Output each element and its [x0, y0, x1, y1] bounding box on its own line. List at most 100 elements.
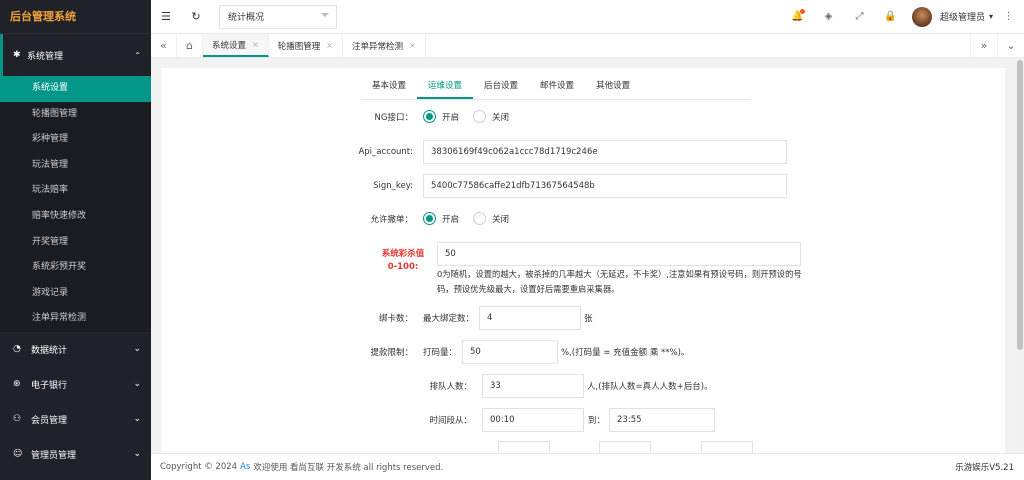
input-value: 4: [487, 313, 493, 323]
time-from-input[interactable]: 00:10: [482, 408, 584, 432]
menu-fold-icon[interactable]: ☰: [151, 10, 181, 23]
queue-label: 排队人数：: [429, 382, 472, 392]
sidebar-group-stats[interactable]: ◔ 数据统计 ⌄: [0, 332, 151, 367]
sidebar-group-members[interactable]: ⚇ 会员管理 ⌄: [0, 402, 151, 437]
to-label: 到：: [588, 416, 606, 426]
caret-down-icon: [321, 12, 329, 21]
sidebar-item-game-records[interactable]: 游戏记录: [0, 281, 151, 307]
sidebar: 后台管理系统 ✱ 系统管理 ⌃ 系统设置 轮播图管理 彩种管理 玩法管理 玩法赔…: [0, 0, 151, 480]
footer-link[interactable]: As: [240, 462, 250, 472]
more-icon[interactable]: ⋮: [993, 11, 1024, 22]
group-label: 会员管理: [31, 415, 68, 426]
home-icon[interactable]: ⌂: [177, 34, 203, 57]
bell-icon[interactable]: 🔔: [782, 9, 813, 22]
withdraw-row: 提款限制： 打码量： 50 %,(打码量 = 充值金额 乘 **%)。: [161, 340, 689, 364]
tab-backend[interactable]: 后台设置: [473, 74, 529, 99]
card-sub-label: 最大绑定数：: [423, 314, 475, 324]
input-value: 33: [490, 381, 501, 391]
card-max-input[interactable]: 4: [479, 306, 582, 330]
footer-text: 欢迎使用 看尚互联 开发系统 all rights reserved.: [253, 463, 444, 473]
tab-basic[interactable]: 基本设置: [361, 74, 417, 99]
ng-on-radio[interactable]: 开启: [423, 110, 459, 123]
bet-label: 打码量：: [423, 348, 458, 358]
kill-label-line1: 系统彩杀值: [381, 249, 425, 259]
tab-bet-anomaly[interactable]: 注单异常检测 ×: [343, 34, 426, 57]
api-account-input[interactable]: 38306169f49c062a1ccc78d1719c246e: [423, 140, 787, 164]
sidebar-item-odds-quick[interactable]: 赔率快速修改: [0, 204, 151, 230]
input-value: 00:10: [490, 415, 515, 425]
withdraw-label: 提款限制：: [370, 348, 413, 358]
sidebar-item-lottery-types[interactable]: 彩种管理: [0, 127, 151, 153]
tab-label: 系统设置: [212, 40, 247, 51]
cancel-row: 允许撤单： 开启 关闭: [161, 212, 523, 225]
group-label: 数据统计: [31, 345, 68, 356]
refresh-icon[interactable]: ↻: [181, 10, 211, 23]
tab-other[interactable]: 其他设置: [585, 74, 641, 99]
user-name[interactable]: 超级管理员: [940, 10, 985, 23]
sidebar-item-draw[interactable]: 开奖管理: [0, 230, 151, 256]
scrollbar[interactable]: [1016, 58, 1024, 453]
sidebar-item-bet-anomaly[interactable]: 注单异常检测: [0, 306, 151, 332]
tab-ops[interactable]: 运维设置: [417, 74, 474, 99]
partial-input[interactable]: [498, 441, 550, 453]
scrollbar-thumb[interactable]: [1017, 60, 1023, 350]
tab-system-settings[interactable]: 系统设置 ×: [203, 34, 269, 57]
ng-off-radio[interactable]: 关闭: [473, 110, 509, 123]
time-row: 时间段从： 00:10 到： 23:55: [161, 408, 716, 432]
chevron-down-icon: ⌄: [133, 414, 141, 425]
radio-label: 开启: [442, 112, 460, 123]
sign-key-input[interactable]: 5400c77586caffe21dfb71367564548b: [423, 174, 787, 198]
cancel-on-radio[interactable]: 开启: [423, 212, 459, 225]
radio-checked-icon: [423, 110, 436, 123]
sidebar-item-system-settings[interactable]: 系统设置: [0, 76, 151, 102]
lock-icon[interactable]: 🔒: [875, 11, 906, 22]
double-left-icon[interactable]: «: [151, 34, 177, 57]
tab-mail[interactable]: 邮件设置: [529, 74, 585, 99]
submenu: 系统设置 轮播图管理 彩种管理 玩法管理 玩法赔率 赔率快速修改 开奖管理 系统…: [0, 76, 151, 332]
queue-row: 排队人数： 33 人,(排队人数=真人人数+后台)。: [161, 374, 713, 398]
footer: Copyright © 2024 As 欢迎使用 看尚互联 开发系统 all r…: [151, 453, 1024, 480]
input-value: 50: [445, 249, 456, 259]
tab-carousel[interactable]: 轮播图管理 ×: [269, 34, 343, 57]
avatar[interactable]: [911, 6, 932, 27]
api-row: Api_account: 38306169f49c062a1ccc78d1719…: [161, 140, 787, 164]
user-icon: ☺: [13, 449, 23, 460]
close-icon[interactable]: ×: [252, 40, 259, 49]
bet-note: %,(打码量 = 充值金额 乘 **%)。: [561, 348, 690, 358]
sidebar-group-bank[interactable]: ⊛ 电子银行 ⌄: [0, 367, 151, 402]
input-value: 23:55: [617, 415, 642, 425]
tab-label: 注单异常检测: [351, 41, 403, 52]
time-to-input[interactable]: 23:55: [609, 408, 716, 432]
partial-input[interactable]: [599, 441, 651, 453]
tab-label: 轮播图管理: [277, 41, 321, 52]
sidebar-group-admins[interactable]: ☺ 管理员管理 ⌄: [0, 437, 151, 472]
cancel-off-radio[interactable]: 关闭: [473, 212, 509, 225]
sidebar-item-play-types[interactable]: 玩法管理: [0, 153, 151, 179]
stats-select[interactable]: 统计概况: [219, 4, 337, 29]
sidebar-item-carousel[interactable]: 轮播图管理: [0, 102, 151, 128]
queue-input[interactable]: 33: [482, 374, 584, 398]
chevron-down-icon: ⌄: [133, 379, 141, 390]
menu-system-management[interactable]: ✱ 系统管理 ⌃: [0, 34, 151, 76]
bet-input[interactable]: 50: [462, 340, 559, 364]
kill-label: 系统彩杀值 0-100:: [373, 248, 433, 274]
double-right-icon[interactable]: »: [970, 34, 997, 57]
card-label: 绑卡数：: [378, 314, 413, 324]
sidebar-item-odds[interactable]: 玩法赔率: [0, 178, 151, 204]
sidebar-item-pre-draw[interactable]: 系统彩预开奖: [0, 255, 151, 281]
sign-row: Sign_key: 5400c77586caffe21dfb7136756454…: [161, 174, 787, 198]
input-value: 50: [470, 347, 481, 357]
kill-value-input[interactable]: 50: [437, 242, 801, 266]
partial-input[interactable]: [701, 441, 753, 453]
dashboard-icon: ◔: [13, 344, 21, 355]
select-value: 统计概况: [228, 13, 265, 23]
version: 乐游娱乐V5.21: [955, 463, 1014, 473]
input-value: 5400c77586caffe21dfb71367564548b: [431, 181, 595, 191]
sign-label: Sign_key:: [373, 181, 413, 191]
close-icon[interactable]: ×: [326, 41, 333, 50]
tag-icon[interactable]: ◈: [813, 11, 844, 22]
fullscreen-icon[interactable]: ⤢: [844, 11, 875, 22]
chevron-down-icon[interactable]: ⌄: [997, 34, 1024, 57]
close-icon[interactable]: ×: [409, 41, 416, 50]
chevron-up-icon: ⌃: [134, 50, 141, 60]
